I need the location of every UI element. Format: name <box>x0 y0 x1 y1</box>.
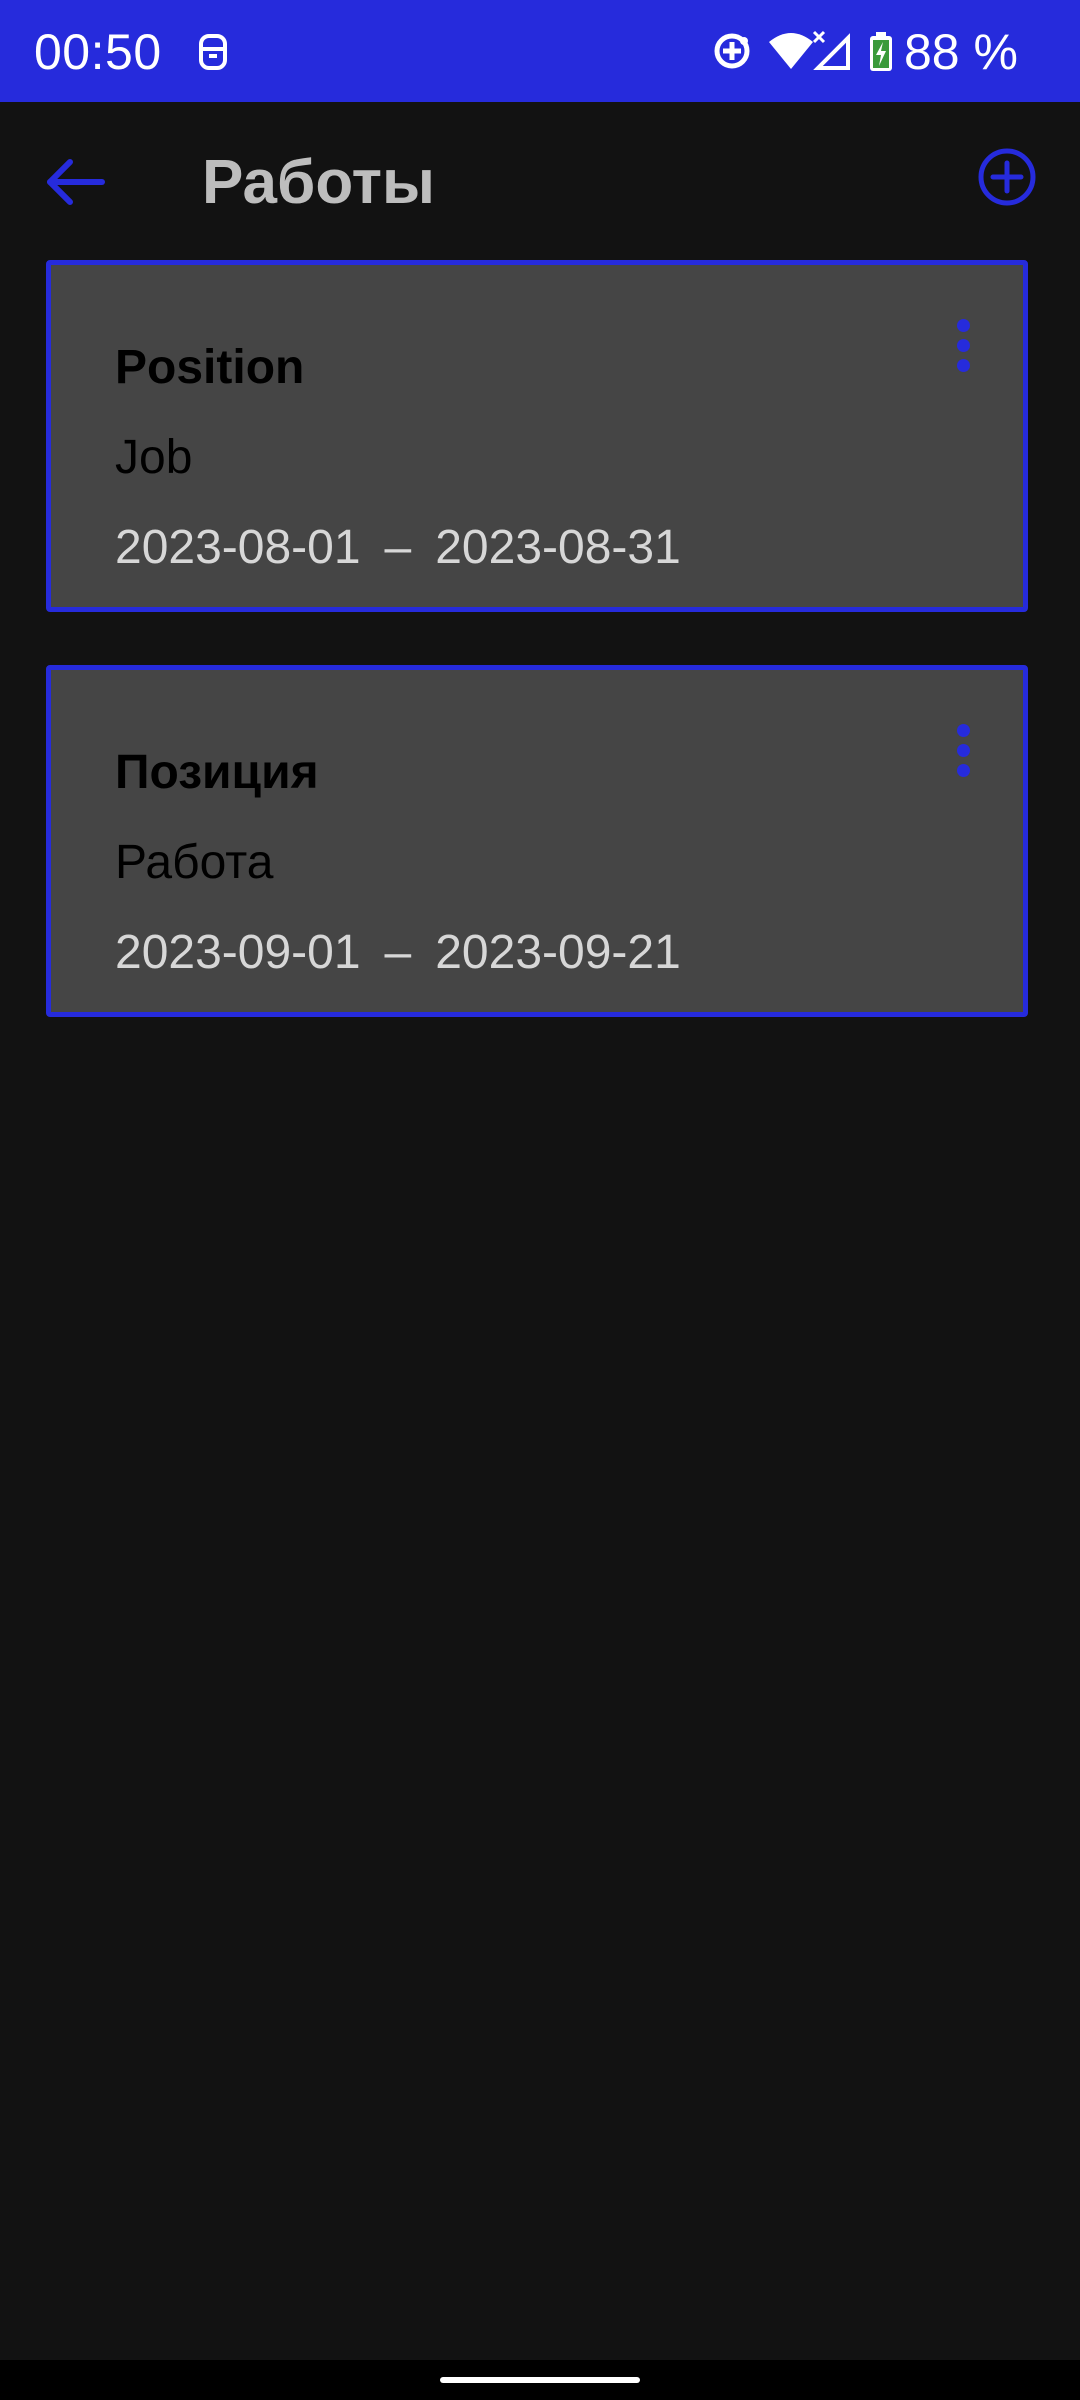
notification-app-icon <box>199 34 227 70</box>
status-bar: 00:50 88 % <box>0 0 1080 102</box>
job-dates: 2023-08-01–2023-08-31 <box>115 519 681 577</box>
add-circle-icon <box>978 148 1036 206</box>
job-start-date: 2023-08-01 <box>115 521 361 574</box>
add-button[interactable] <box>976 146 1038 208</box>
job-position: Позиция <box>115 746 319 799</box>
arrow-left-icon <box>47 159 105 205</box>
status-time: 00:50 <box>34 24 162 80</box>
no-signal-icon <box>812 30 850 70</box>
more-options-button[interactable] <box>949 317 979 397</box>
job-company: Job <box>115 431 193 484</box>
navigation-bar <box>0 2360 1080 2400</box>
job-company: Работа <box>115 836 274 889</box>
date-separator: – <box>384 521 412 574</box>
date-separator: – <box>384 926 412 979</box>
wifi-icon <box>769 33 813 69</box>
page-title: Работы <box>202 148 435 217</box>
app-bar: Работы <box>0 102 1080 260</box>
job-position: Position <box>115 341 305 394</box>
back-button[interactable] <box>40 148 116 216</box>
more-options-button[interactable] <box>949 722 979 802</box>
job-card[interactable]: Position Job 2023-08-01–2023-08-31 <box>46 260 1028 612</box>
home-handle[interactable] <box>440 2377 640 2383</box>
job-dates: 2023-09-01–2023-09-21 <box>115 924 681 982</box>
battery-charging-icon <box>870 32 892 71</box>
sync-icon <box>714 33 750 69</box>
job-card[interactable]: Позиция Работа 2023-09-01–2023-09-21 <box>46 665 1028 1017</box>
job-end-date: 2023-09-21 <box>435 926 681 979</box>
job-end-date: 2023-08-31 <box>435 521 681 574</box>
battery-percentage: 88 % <box>904 24 1018 80</box>
job-start-date: 2023-09-01 <box>115 926 361 979</box>
